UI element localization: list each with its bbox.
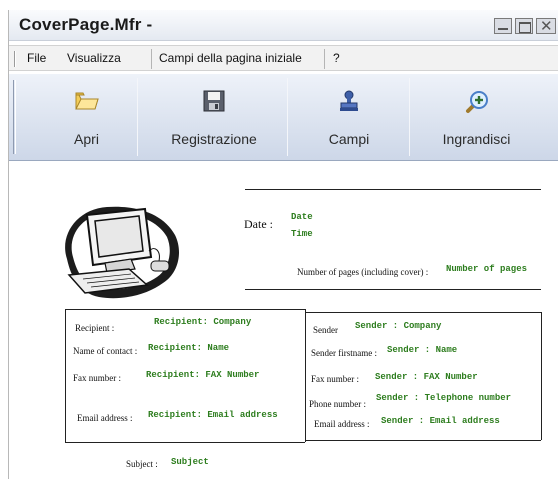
- subject-label: Subject :: [126, 459, 158, 469]
- sender-email-label: Email address :: [314, 419, 370, 429]
- date-section-bottom-rule: [245, 289, 541, 290]
- minimize-button[interactable]: [494, 18, 512, 34]
- menu-view[interactable]: Visualizza: [67, 51, 121, 65]
- sender-fax-field[interactable]: Sender : FAX Number: [375, 372, 478, 382]
- sender-phone-label: Phone number :: [309, 399, 366, 409]
- menu-bar: File Visualizza Campi della pagina inizi…: [9, 45, 558, 71]
- menu-separator: [151, 49, 152, 69]
- recipient-email-field[interactable]: Recipient: Email address: [148, 410, 278, 420]
- sender-box-bottom: [305, 440, 541, 441]
- number-of-pages-field[interactable]: Number of pages: [446, 264, 527, 274]
- toolbar-grip-handle[interactable]: [13, 80, 16, 154]
- cover-page-canvas: Date : Date Time Number of pages (includ…: [9, 162, 558, 479]
- recipient-box-left: [65, 309, 66, 442]
- recipient-name-label: Name of contact :: [73, 346, 138, 356]
- window-title: CoverPage.Mfr -: [19, 15, 153, 34]
- date-field[interactable]: Date: [291, 212, 313, 222]
- date-label: Date :: [244, 217, 273, 231]
- save-button[interactable]: Registrazione: [154, 74, 274, 160]
- recipient-box-bottom: [65, 442, 305, 443]
- recipient-box-right: [305, 309, 306, 442]
- magnifier-plus-icon: [465, 91, 488, 113]
- recipient-box-top: [65, 309, 305, 310]
- sender-phone-field[interactable]: Sender : Telephone number: [376, 393, 511, 403]
- sender-label: Sender: [313, 325, 338, 335]
- maximize-button[interactable]: [515, 18, 533, 34]
- sender-company-field[interactable]: Sender : Company: [355, 321, 441, 331]
- recipient-email-label: Email address :: [77, 413, 133, 423]
- menu-grip-handle[interactable]: [14, 51, 16, 67]
- open-button[interactable]: Apri: [49, 74, 124, 160]
- menu-cover-fields[interactable]: Campi della pagina iniziale: [159, 51, 302, 65]
- subject-field[interactable]: Subject: [171, 457, 209, 467]
- recipient-company-field[interactable]: Recipient: Company: [154, 317, 251, 327]
- date-section-top-rule: [245, 189, 541, 190]
- sender-fax-label: Fax number :: [311, 374, 359, 384]
- recipient-fax-field[interactable]: Recipient: FAX Number: [146, 370, 259, 380]
- sender-email-field[interactable]: Sender : Email address: [381, 416, 500, 426]
- fields-button[interactable]: Campi: [299, 74, 399, 160]
- fields-button-label: Campi: [328, 131, 370, 147]
- recipient-label: Recipient :: [75, 323, 115, 333]
- sender-box-right: [541, 312, 542, 440]
- toolbar-separator: [409, 78, 410, 156]
- open-button-label: Apri: [74, 131, 99, 147]
- toolbar: Apri Registrazione Campi Ingrandisci: [9, 74, 558, 161]
- save-button-label: Registrazione: [171, 131, 257, 147]
- recipient-name-field[interactable]: Recipient: Name: [148, 343, 229, 353]
- sender-name-field[interactable]: Sender : Name: [387, 345, 457, 355]
- close-icon: ✕: [540, 18, 553, 35]
- folder-open-icon: [74, 92, 99, 110]
- menu-help[interactable]: ?: [333, 51, 340, 65]
- computer-clipart-image: [65, 206, 179, 299]
- zoom-in-button-label: Ingrandisci: [442, 131, 511, 147]
- toolbar-separator: [287, 78, 288, 156]
- toolbar-separator: [137, 78, 138, 156]
- time-field[interactable]: Time: [291, 229, 313, 239]
- sender-name-label: Sender firstname :: [311, 348, 377, 358]
- menu-file[interactable]: File: [27, 51, 46, 65]
- sender-box-top: [305, 312, 541, 313]
- menu-separator: [324, 49, 325, 69]
- close-button[interactable]: ✕: [536, 18, 556, 35]
- recipient-fax-label: Fax number :: [73, 373, 121, 383]
- stamp-icon: [340, 90, 358, 111]
- floppy-disk-icon: [203, 90, 225, 112]
- application-window: CoverPage.Mfr - ✕ File Visualizza Campi …: [8, 10, 558, 479]
- zoom-in-button[interactable]: Ingrandisci: [419, 74, 534, 160]
- title-bar: CoverPage.Mfr - ✕: [9, 10, 558, 41]
- number-of-pages-label: Number of pages (including cover) :: [297, 267, 429, 277]
